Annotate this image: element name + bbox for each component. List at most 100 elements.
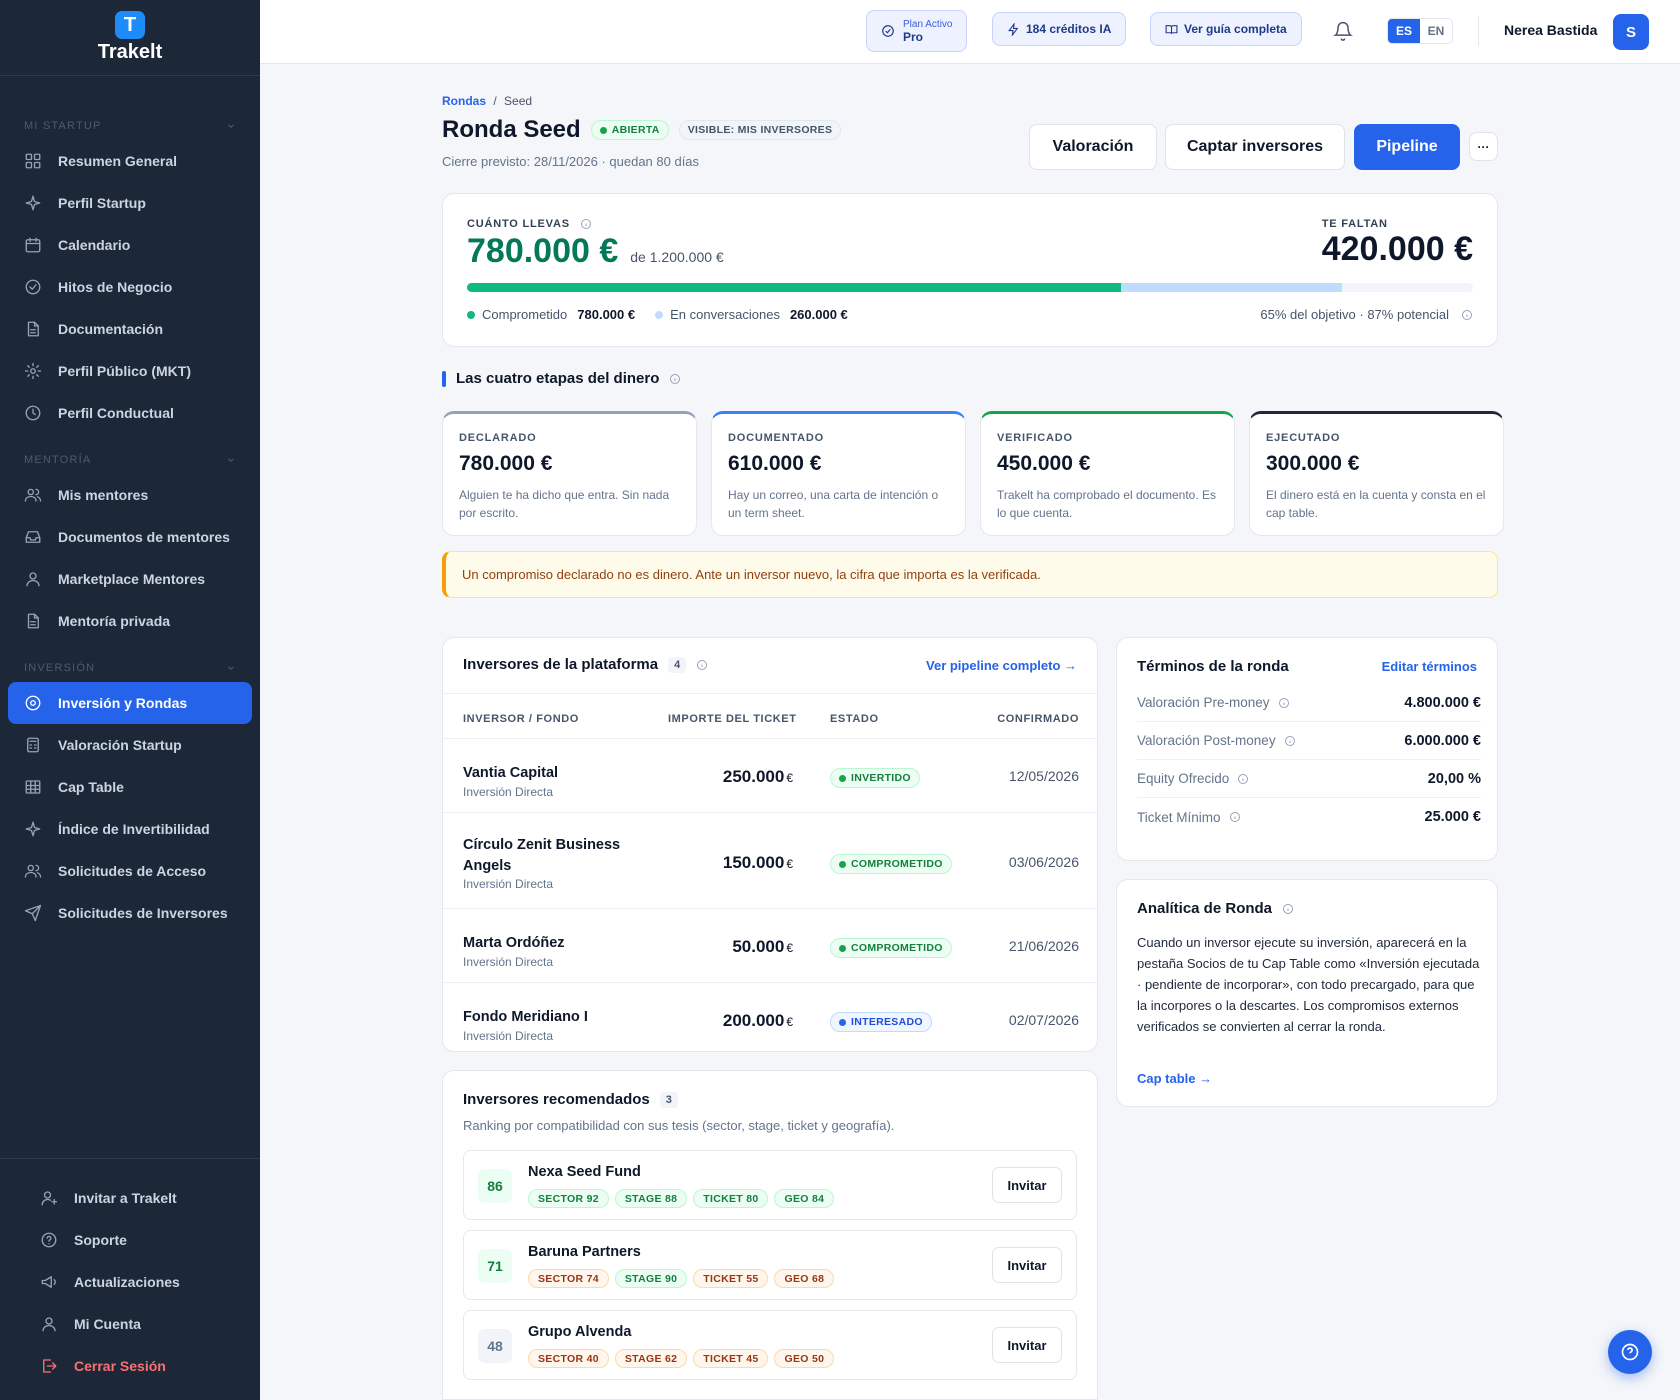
info-icon[interactable]	[1461, 309, 1473, 321]
investor-name: Círculo Zenit Business Angels	[463, 837, 621, 874]
terms-card: Términos de la ronda Editar términos Val…	[1116, 637, 1498, 861]
sidebar-item-label: Solicitudes de Inversores	[58, 905, 228, 921]
sidebar-item[interactable]: Mis mentores	[0, 474, 260, 516]
guide-button[interactable]: Ver guía completa	[1150, 12, 1302, 46]
table-row[interactable]: Vantia Capital Inversión Directa 250.000 € I…	[443, 738, 1097, 812]
help-fab[interactable]	[1608, 1330, 1652, 1374]
info-icon[interactable]	[1284, 735, 1296, 747]
stage-label: VERIFICADO	[997, 432, 1073, 444]
stage-value: 610.000 €	[728, 452, 822, 475]
sidebar-item-label: Perfil Startup	[58, 195, 146, 211]
sidebar-item[interactable]: Resumen General	[0, 140, 260, 182]
sidebar-item[interactable]: Solicitudes de Inversores	[0, 892, 260, 934]
sidebar-section-header[interactable]: MI STARTUP	[0, 112, 260, 140]
users-icon	[24, 488, 42, 502]
status-badge: ABIERTA	[590, 120, 669, 140]
stage-description: Alguien te ha dicho que entra. Sin nada …	[459, 488, 670, 520]
status-badge: COMPROMETIDO	[830, 938, 952, 958]
more-options-button[interactable]: ···	[1469, 132, 1498, 161]
sidebar-item[interactable]: Cap Table	[0, 766, 260, 808]
sidebar-item-label: Cerrar Sesión	[74, 1358, 166, 1374]
plan-badge[interactable]: Plan Activo Pro	[866, 10, 968, 52]
info-icon[interactable]	[669, 373, 681, 385]
ticket-currency: €	[786, 941, 793, 955]
invite-button[interactable]: Invitar	[992, 1167, 1062, 1203]
sidebar-item[interactable]: Índice de Invertibilidad	[0, 808, 260, 850]
sidebar-item[interactable]: Perfil Startup	[0, 182, 260, 224]
compatibility-score: 48	[478, 1329, 512, 1363]
breadcrumb-parent[interactable]: Rondas	[442, 94, 486, 108]
info-icon[interactable]	[1282, 903, 1294, 915]
stage-value: 780.000 €	[459, 452, 553, 475]
sidebar-item[interactable]: Documentación	[0, 308, 260, 350]
table-row[interactable]: Fondo Meridiano I Inversión Directa 200.00…	[443, 982, 1097, 1051]
sidebar-item[interactable]: Mentoría privada	[0, 600, 260, 642]
avatar[interactable]: S	[1613, 14, 1649, 50]
raise-investors-button[interactable]: Captar inversores	[1165, 124, 1345, 170]
sidebar-section-header[interactable]: INVERSIÓN	[0, 654, 260, 682]
recommended-heading: Inversores recomendados 3	[463, 1091, 678, 1108]
ticket-amount-value: 150.000	[722, 853, 785, 872]
ticket-currency: €	[786, 1015, 793, 1029]
sidebar-section-header[interactable]: MENTORÍA	[0, 446, 260, 474]
recommended-title: Inversores recomendados	[463, 1091, 650, 1108]
term-label: Valoración Pre-money	[1137, 695, 1270, 710]
gear-icon	[24, 362, 42, 380]
legend-committed-value: 780.000 €	[577, 307, 636, 322]
invite-button[interactable]: Invitar	[992, 1247, 1062, 1283]
info-icon[interactable]	[1229, 811, 1241, 823]
table-icon	[25, 780, 41, 794]
analytics-heading: Analítica de Ronda	[1137, 900, 1294, 917]
sidebar-bottom-item[interactable]: Actualizaciones	[0, 1261, 260, 1303]
info-icon[interactable]	[1237, 773, 1249, 785]
brand-logo[interactable]: T Trakelt	[0, 0, 260, 76]
invite-button[interactable]: Invitar	[992, 1327, 1062, 1363]
sidebar-item[interactable]: Valoración Startup	[0, 724, 260, 766]
table-row[interactable]: Marta Ordóñez Inversión Directa 50.000 € COM…	[443, 908, 1097, 982]
sidebar-item[interactable]: Documentos de mentores	[0, 516, 260, 558]
stages-title: Las cuatro etapas del dinero	[456, 370, 660, 387]
sidebar-item[interactable]: Inversión y Rondas	[8, 682, 252, 724]
info-icon[interactable]	[580, 218, 592, 230]
pipeline-link[interactable]: Ver pipeline completo →	[926, 658, 1077, 673]
sidebar-item-label: Mentoría privada	[58, 613, 171, 629]
heading-accent	[442, 370, 446, 387]
sidebar-item-label: Soporte	[74, 1232, 127, 1248]
sidebar-item[interactable]: Perfil Conductual	[0, 392, 260, 434]
stage-label: EJECUTADO	[1266, 432, 1341, 444]
bell-icon[interactable]	[1333, 20, 1353, 42]
sidebar-item-label: Inversión y Rondas	[58, 695, 188, 711]
investors-heading: Inversores de la plataforma 4	[463, 656, 708, 673]
col-status: ESTADO	[830, 713, 879, 725]
sidebar-item[interactable]: Solicitudes de Acceso	[0, 850, 260, 892]
raised-label: CUÁNTO LLEVAS	[467, 218, 570, 230]
sparkle-icon	[25, 821, 41, 837]
valuation-button[interactable]: Valoración	[1029, 124, 1157, 170]
term-label: Equity Ofrecido	[1137, 771, 1230, 786]
sidebar-item[interactable]: Calendario	[0, 224, 260, 266]
sidebar-bottom-item[interactable]: Mi Cuenta	[0, 1303, 260, 1345]
edit-terms-link[interactable]: Editar términos	[1382, 659, 1477, 674]
sidebar-bottom-item[interactable]: Cerrar Sesión	[0, 1345, 260, 1387]
credits-button[interactable]: 184 créditos IA	[992, 12, 1127, 46]
recommended-investor-name: Baruna Partners	[528, 1244, 641, 1260]
info-icon[interactable]	[1278, 697, 1290, 709]
lang-es-button[interactable]: ES	[1388, 19, 1420, 43]
compatibility-chip: STAGE 90	[614, 1269, 688, 1288]
pipeline-button[interactable]: Pipeline	[1354, 124, 1460, 170]
sidebar-item[interactable]: Hitos de Negocio	[0, 266, 260, 308]
stage-label: DECLARADO	[459, 432, 537, 444]
sidebar-item[interactable]: Perfil Público (MKT)	[0, 350, 260, 392]
stage-value: 300.000 €	[1266, 452, 1360, 475]
user-name[interactable]: Nerea Bastida	[1504, 22, 1597, 38]
sidebar-bottom-item[interactable]: Soporte	[0, 1219, 260, 1261]
inbox-icon	[25, 531, 41, 543]
lang-en-button[interactable]: EN	[1420, 19, 1452, 43]
term-label: Valoración Post-money	[1137, 733, 1276, 748]
cap-table-link[interactable]: Cap table →	[1137, 1071, 1212, 1086]
sidebar-item[interactable]: Marketplace Mentores	[0, 558, 260, 600]
info-icon[interactable]	[696, 659, 708, 671]
table-row[interactable]: Círculo Zenit Business Angels Inversión D…	[443, 812, 1097, 908]
sidebar-bottom-item[interactable]: Invitar a Trakelt	[0, 1177, 260, 1219]
compatibility-chip: TICKET 45	[693, 1349, 769, 1368]
